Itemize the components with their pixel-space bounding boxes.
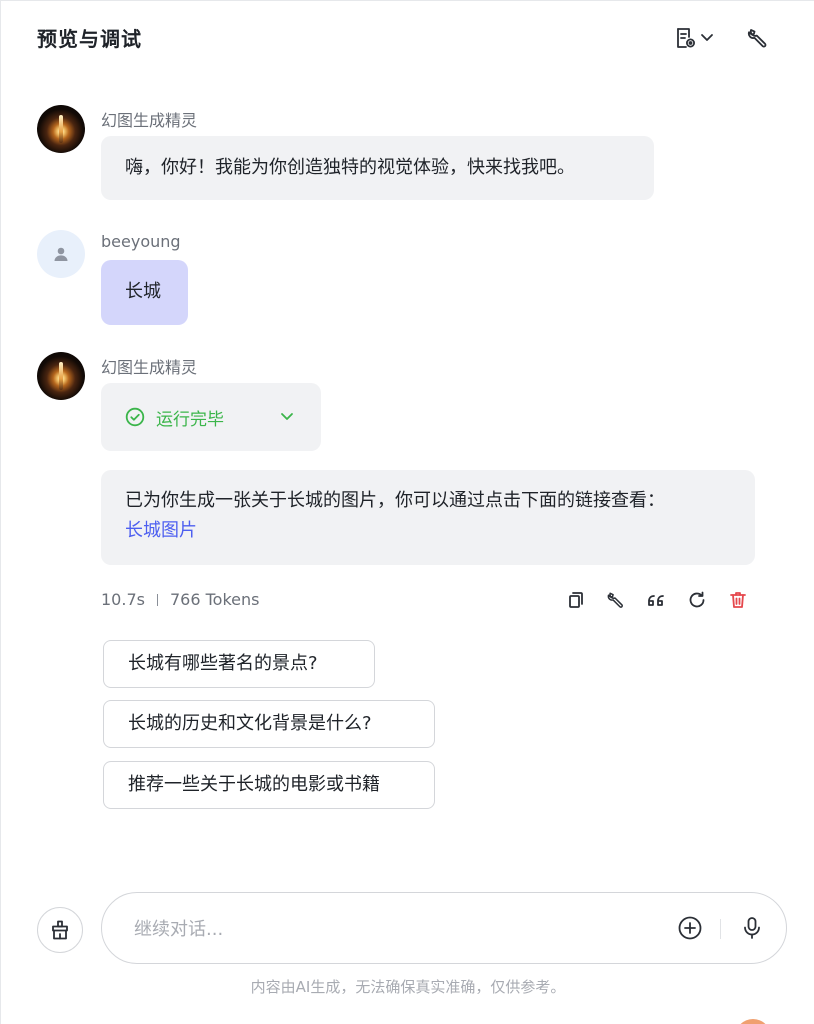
bot-avatar xyxy=(37,105,85,153)
sender-name: 幻图生成精灵 xyxy=(101,358,198,377)
microphone-icon[interactable] xyxy=(739,915,765,941)
floating-avatar[interactable] xyxy=(735,1019,771,1024)
page-title: 预览与调试 xyxy=(37,27,142,51)
run-status-text: 运行完毕 xyxy=(156,410,224,430)
user-icon xyxy=(54,247,68,261)
run-status-toggle[interactable]: 运行完毕 xyxy=(101,383,321,451)
token-count: 766 Tokens xyxy=(169,590,260,609)
delete-icon xyxy=(730,592,746,608)
response-duration: 10.7s xyxy=(101,590,145,609)
message-text: 嗨，你好！我能为你创造独特的视觉体验，快来找我吧。 xyxy=(125,157,575,178)
sender-name: 幻图生成精灵 xyxy=(101,111,198,130)
sender-name: beeyoung xyxy=(101,232,181,251)
header-wrench-button[interactable] xyxy=(745,25,771,51)
input-divider xyxy=(720,919,721,939)
user-avatar xyxy=(37,230,85,278)
copy-button[interactable] xyxy=(565,589,587,611)
chevron-down-icon xyxy=(701,34,713,41)
refresh-icon xyxy=(689,591,705,608)
message-text: 已为你生成一张关于长城的图片，你可以通过点击下面的链接查看： xyxy=(125,490,665,511)
regenerate-button[interactable] xyxy=(686,589,708,611)
quote-icon xyxy=(648,595,664,606)
clear-context-button[interactable] xyxy=(37,907,83,953)
check-circle-icon xyxy=(125,407,145,427)
quote-button[interactable] xyxy=(645,589,667,611)
image-link[interactable]: 长城图片 xyxy=(125,516,731,546)
debug-button[interactable] xyxy=(605,589,627,611)
bot-avatar xyxy=(37,352,85,400)
wrench-icon xyxy=(607,592,623,608)
copy-icon xyxy=(569,592,583,608)
chat-input-box xyxy=(101,892,787,964)
message-text: 长城 xyxy=(125,281,161,302)
add-attachment-icon[interactable] xyxy=(677,915,703,941)
suggestion-chip[interactable]: 长城的历史和文化背景是什么? xyxy=(103,700,435,748)
user-message-bubble: 长城 xyxy=(101,260,188,325)
ai-disclaimer: 内容由AI生成，无法确保真实准确，仅供参考。 xyxy=(250,978,566,996)
bot-message-bubble: 已为你生成一张关于长城的图片，你可以通过点击下面的链接查看： 长城图片 xyxy=(101,470,755,565)
chevron-down-icon xyxy=(281,413,293,420)
suggestion-chip[interactable]: 推荐一些关于长城的电影或书籍 xyxy=(103,761,435,809)
doc-settings-button[interactable] xyxy=(669,25,719,51)
suggestion-chip[interactable]: 长城有哪些著名的景点? xyxy=(103,640,375,688)
broom-icon xyxy=(52,920,68,940)
preview-panel: 预览与调试 幻图生成精灵 嗨，你好！我能为你创造独特的视觉体验，快来找我吧。 b… xyxy=(0,0,814,1024)
chat-input[interactable] xyxy=(134,913,654,945)
message-meta: 10.7s 766 Tokens xyxy=(101,590,259,609)
delete-button[interactable] xyxy=(727,589,749,611)
bot-message-bubble: 嗨，你好！我能为你创造独特的视觉体验，快来找我吧。 xyxy=(101,136,654,200)
wrench-icon xyxy=(747,29,767,48)
doc-settings-icon xyxy=(677,28,695,48)
